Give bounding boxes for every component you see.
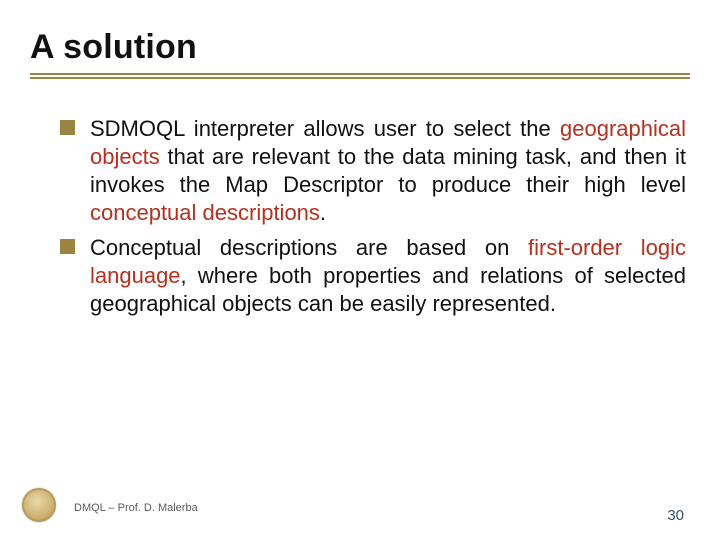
slide: A solution SDMOQL interpreter allows use… [0,0,720,540]
body-text: . [320,200,326,225]
body-area: SDMOQL interpreter allows user to select… [0,81,720,318]
footer-text: DMQL – Prof. D. Malerba [74,502,198,514]
body-text: Conceptual descriptions are based on [90,235,528,260]
page-number: 30 [667,507,684,524]
title-underline [30,73,690,79]
highlight-text: conceptual descriptions [90,200,320,225]
bullet-item: SDMOQL interpreter allows user to select… [60,115,686,228]
body-text: SDMOQL interpreter allows user to select… [90,116,560,141]
bullet-item: Conceptual descriptions are based on fir… [60,234,686,318]
slide-title: A solution [30,28,690,67]
title-area: A solution [0,0,720,81]
logo-badge-icon [22,488,56,522]
body-text: that are relevant to the data mining tas… [90,144,686,197]
footer: DMQL – Prof. D. Malerba 30 [0,482,720,518]
